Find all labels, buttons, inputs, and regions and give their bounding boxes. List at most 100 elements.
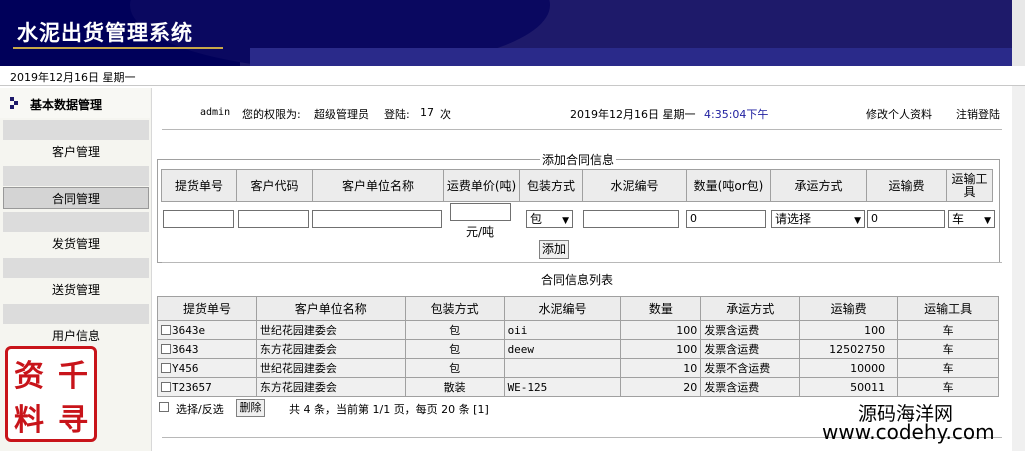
stamp-char: 寻 <box>58 403 88 438</box>
sidebar-header[interactable]: 基本数据管理 <box>0 88 150 118</box>
select-all-label[interactable]: 选择/反选 <box>176 401 224 417</box>
sidebar-spacer <box>3 166 149 186</box>
date-text: 2019年12月16日 星期一 <box>10 71 136 84</box>
sidebar-spacer <box>3 304 149 324</box>
sidebar-header-label: 基本数据管理 <box>30 98 103 112</box>
add-button[interactable]: 添加 <box>539 240 569 259</box>
cell-freight: 100 <box>799 320 899 340</box>
sidebar-spacer <box>3 120 149 140</box>
cell-qty: 100 <box>620 320 702 340</box>
pickup-no-input[interactable] <box>163 210 234 228</box>
scrollbar-top[interactable] <box>1012 0 1025 66</box>
customer-code-input[interactable] <box>238 210 309 228</box>
cell-id: Y456 <box>157 358 257 378</box>
login-label: 登陆: <box>384 108 410 121</box>
cell-freight: 50011 <box>799 377 899 397</box>
col-header: 客户单位名称 <box>312 169 444 202</box>
cell-cement: WE-125 <box>503 377 622 397</box>
col-header: 客户单位名称 <box>255 296 406 321</box>
cell-qty: 100 <box>620 339 702 359</box>
cement-no-input[interactable] <box>583 210 679 228</box>
cell-customer: 东方花园建委会 <box>255 377 406 397</box>
packing-selected: 包 <box>530 212 543 226</box>
app-header: 水泥出货管理系统 <box>0 0 1025 66</box>
scrollbar-right[interactable] <box>1012 86 1025 451</box>
cell-tool: 车 <box>897 358 999 378</box>
carrier-selected: 请选择 <box>775 212 812 226</box>
divider <box>162 262 1002 263</box>
row-checkbox[interactable] <box>161 362 171 373</box>
edit-profile-link[interactable]: 修改个人资料 <box>866 106 932 122</box>
cell-customer: 世纪花园建委会 <box>255 358 406 378</box>
form-header-row: 提货单号 客户代码 客户单位名称 运费单价(吨) 包装方式 水泥编号 数量(吨o… <box>161 169 993 202</box>
date-bar: 2019年12月16日 星期一 <box>0 66 1025 86</box>
sidebar-item-user-info[interactable]: 用户信息 <box>3 325 149 347</box>
cell-cement: oii <box>503 320 622 340</box>
row-id: T23657 <box>172 380 212 394</box>
customer-name-input[interactable] <box>312 210 442 228</box>
row-checkbox[interactable] <box>161 381 171 392</box>
cell-freight: 10000 <box>799 358 899 378</box>
cell-qty: 20 <box>620 377 702 397</box>
col-header: 运输费 <box>799 296 899 321</box>
cell-packing: 包 <box>404 320 505 340</box>
table-row[interactable]: 3643e 世纪花园建委会 包 oii 100 发票含运费 100 车 <box>157 320 999 340</box>
permission-value: 超级管理员 <box>314 108 369 121</box>
row-id: Y456 <box>172 361 199 375</box>
select-all-checkbox[interactable] <box>159 402 169 412</box>
sidebar-item-customer[interactable]: 客户管理 <box>3 141 149 163</box>
packing-select[interactable]: 包 ▼ <box>526 210 573 228</box>
stamp-char: 料 <box>14 403 44 438</box>
col-header: 运输费 <box>866 169 947 202</box>
col-header: 承运方式 <box>700 296 801 321</box>
username: admin <box>200 107 231 118</box>
current-time: 4:35:04下午 <box>704 108 769 121</box>
cell-freight: 12502750 <box>799 339 899 359</box>
sidebar-item-contract[interactable]: 合同管理 <box>3 187 149 209</box>
login-count: 17 <box>420 106 434 119</box>
row-checkbox[interactable] <box>161 324 171 335</box>
dropdown-arrow-icon: ▼ <box>984 216 991 226</box>
current-date: 2019年12月16日 星期一 <box>570 108 696 121</box>
header-band <box>250 48 1025 66</box>
col-header: 客户代码 <box>236 169 313 202</box>
contract-list-table: 提货单号 客户单位名称 包装方式 水泥编号 数量 承运方式 运输费 运输工具 3… <box>157 296 999 397</box>
dropdown-arrow-icon: ▼ <box>854 216 861 226</box>
col-header: 运费单价(吨) <box>443 169 520 202</box>
sidebar-item-delivery[interactable]: 送货管理 <box>3 279 149 301</box>
row-id: 3643e <box>172 323 206 337</box>
cell-packing: 包 <box>404 339 505 359</box>
delete-button[interactable]: 删除 <box>236 399 265 417</box>
sidebar-spacer <box>3 212 149 232</box>
cell-carrier: 发票不含运费 <box>700 358 801 378</box>
list-title: 合同信息列表 <box>541 273 614 287</box>
cell-customer: 世纪花园建委会 <box>255 320 406 340</box>
table-row[interactable]: Y456 世纪花园建委会 包 10 发票不含运费 10000 车 <box>157 358 999 378</box>
logout-link[interactable]: 注销登陆 <box>956 106 1000 122</box>
dropdown-arrow-icon: ▼ <box>562 216 569 226</box>
col-header: 水泥编号 <box>503 296 622 321</box>
tool-select[interactable]: 车 ▼ <box>948 210 995 228</box>
info-bar: admin 您的权限为: 超级管理员 登陆: 17 次 2019年12月16日 … <box>200 106 1010 124</box>
col-header: 承运方式 <box>770 169 867 202</box>
carrier-select[interactable]: 请选择 ▼ <box>771 210 865 228</box>
row-checkbox[interactable] <box>161 343 171 354</box>
add-contract-legend: 添加合同信息 <box>540 151 617 168</box>
sidebar-item-shipping[interactable]: 发货管理 <box>3 233 149 255</box>
login-unit: 次 <box>440 108 451 121</box>
unit-price-input[interactable] <box>450 203 511 221</box>
stamp-char: 资 <box>14 359 44 394</box>
table-row[interactable]: 3643 东方花园建委会 包 deew 100 发票含运费 12502750 车 <box>157 339 999 359</box>
cell-qty: 10 <box>620 358 702 378</box>
stamp-logo: 资 千 料 寻 <box>5 346 97 442</box>
cell-carrier: 发票含运费 <box>700 377 801 397</box>
stamp-char: 千 <box>58 359 88 394</box>
cell-cement: deew <box>503 339 622 359</box>
title-underline <box>13 47 223 49</box>
quantity-input[interactable]: 0 <box>686 210 766 228</box>
col-header: 数量 <box>620 296 702 321</box>
table-row[interactable]: T23657 东方花园建委会 散装 WE-125 20 发票含运费 50011 … <box>157 377 999 397</box>
sidebar-spacer <box>3 258 149 278</box>
add-contract-form: 提货单号 客户代码 客户单位名称 运费单价(吨) 包装方式 水泥编号 数量(吨o… <box>161 169 993 202</box>
freight-input[interactable]: 0 <box>867 210 945 228</box>
